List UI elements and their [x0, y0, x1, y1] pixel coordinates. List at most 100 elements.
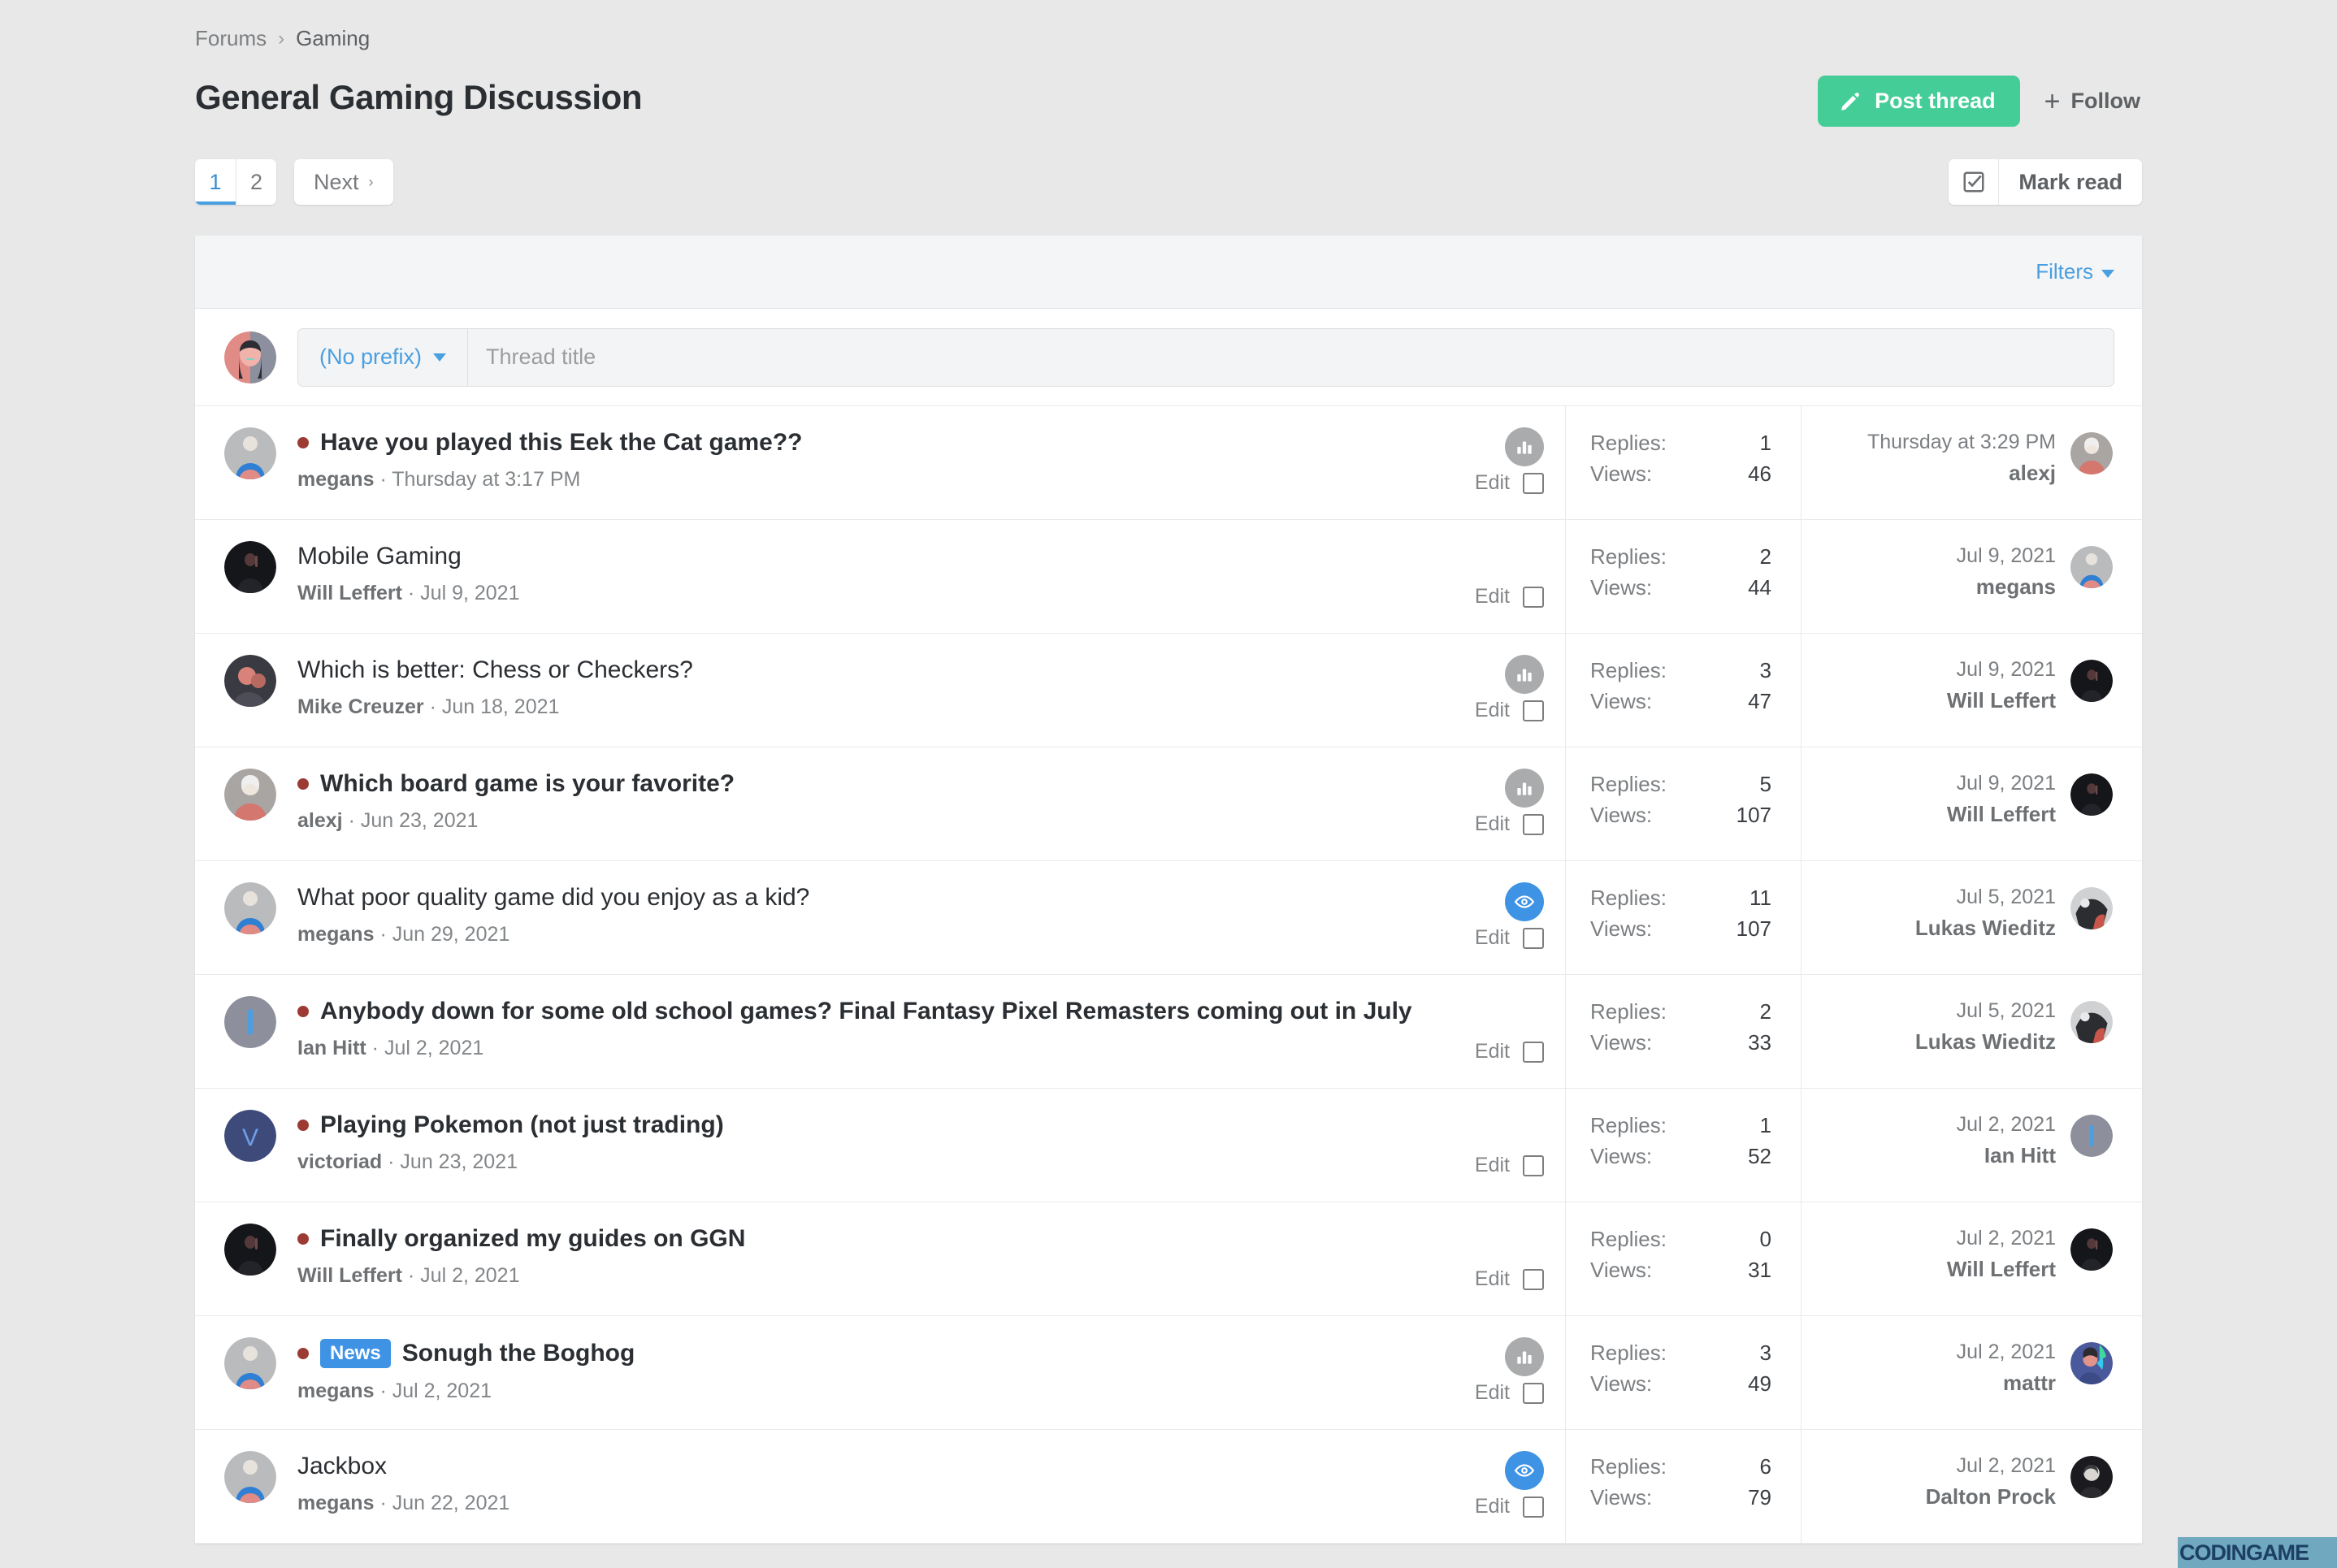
breadcrumb-root-link[interactable]: Forums [195, 26, 267, 51]
last-post-user-link[interactable]: alexj [1867, 461, 2056, 486]
follow-button[interactable]: + Follow [2044, 88, 2140, 115]
thread-author-link[interactable]: victoriad [297, 1150, 382, 1173]
thread-author-link[interactable]: megans [297, 923, 374, 946]
poll-icon[interactable] [1505, 769, 1544, 808]
last-post-date[interactable]: Jul 5, 2021 [1915, 886, 2056, 909]
thread-title-link[interactable]: Finally organized my guides on GGN [320, 1225, 745, 1253]
post-thread-button[interactable]: Post thread [1818, 76, 2020, 127]
avatar[interactable] [2070, 660, 2113, 702]
last-post-user-link[interactable]: Dalton Prock [1926, 1484, 2056, 1510]
last-post-date[interactable]: Jul 5, 2021 [1915, 999, 2056, 1023]
avatar[interactable] [2070, 1342, 2113, 1384]
thread-title-link[interactable]: What poor quality game did you enjoy as … [297, 884, 809, 912]
avatar[interactable] [224, 1451, 276, 1503]
edit-thread-link[interactable]: Edit [1475, 699, 1510, 722]
last-post-user-link[interactable]: Will Leffert [1947, 688, 2056, 713]
last-post-user-link[interactable]: Will Leffert [1947, 802, 2056, 827]
edit-thread-link[interactable]: Edit [1475, 471, 1510, 495]
thread-title-link[interactable]: Playing Pokemon (not just trading) [320, 1111, 724, 1139]
thread-select-checkbox[interactable] [1523, 927, 1544, 949]
avatar[interactable] [224, 331, 276, 383]
prefix-select[interactable]: (No prefix) [298, 328, 469, 386]
eye-icon[interactable] [1505, 1451, 1544, 1490]
thread-title-link[interactable]: Sonugh the Boghog [402, 1340, 635, 1367]
table-row[interactable]: Anybody down for some old school games? … [195, 975, 2142, 1089]
table-row[interactable]: V Playing Pokemon (not just trading) vic… [195, 1089, 2142, 1202]
thread-title-link[interactable]: Which board game is your favorite? [320, 770, 735, 798]
thread-select-checkbox[interactable] [1523, 1382, 1544, 1404]
poll-icon[interactable] [1505, 1337, 1544, 1376]
avatar[interactable] [224, 1337, 276, 1389]
last-post-date[interactable]: Jul 2, 2021 [1926, 1454, 2056, 1478]
thread-author-link[interactable]: Will Leffert [297, 1264, 402, 1287]
last-post-user-link[interactable]: Lukas Wieditz [1915, 1029, 2056, 1055]
thread-author-link[interactable]: megans [297, 1492, 374, 1514]
avatar[interactable] [2070, 432, 2113, 474]
avatar[interactable] [224, 541, 276, 593]
table-row[interactable]: Jackbox megans · Jun 22, 2021 Edit Repli… [195, 1430, 2142, 1544]
last-post-date[interactable]: Jul 9, 2021 [1947, 772, 2056, 795]
thread-select-checkbox[interactable] [1523, 1496, 1544, 1518]
table-row[interactable]: Which is better: Chess or Checkers? Mike… [195, 634, 2142, 747]
checkbox-check-icon[interactable] [1949, 159, 2000, 205]
thread-select-checkbox[interactable] [1523, 813, 1544, 835]
thread-author-link[interactable]: Mike Creuzer [297, 695, 424, 718]
thread-select-checkbox[interactable] [1523, 586, 1544, 608]
edit-thread-link[interactable]: Edit [1475, 1154, 1510, 1177]
table-row[interactable]: News Sonugh the Boghog megans · Jul 2, 2… [195, 1316, 2142, 1430]
last-post-user-link[interactable]: Lukas Wieditz [1915, 916, 2056, 941]
thread-title-link[interactable]: Mobile Gaming [297, 543, 462, 570]
last-post-user-link[interactable]: Ian Hitt [1957, 1143, 2056, 1168]
breadcrumb-current[interactable]: Gaming [296, 26, 370, 51]
page-button-2[interactable]: 2 [236, 159, 276, 205]
thread-select-checkbox[interactable] [1523, 1268, 1544, 1290]
edit-thread-link[interactable]: Edit [1475, 1381, 1510, 1405]
avatar[interactable] [224, 655, 276, 707]
thread-author-link[interactable]: alexj [297, 809, 343, 832]
thread-author-link[interactable]: megans [297, 1380, 374, 1402]
last-post-date[interactable]: Jul 2, 2021 [1957, 1341, 2056, 1364]
last-post-user-link[interactable]: Will Leffert [1947, 1257, 2056, 1282]
poll-icon[interactable] [1505, 655, 1544, 694]
poll-icon[interactable] [1505, 427, 1544, 466]
last-post-date[interactable]: Jul 9, 2021 [1947, 658, 2056, 682]
thread-title-link[interactable]: Anybody down for some old school games? … [320, 998, 1412, 1025]
avatar[interactable] [224, 427, 276, 479]
edit-thread-link[interactable]: Edit [1475, 1495, 1510, 1518]
last-post-date[interactable]: Thursday at 3:29 PM [1867, 431, 2056, 454]
thread-title-input[interactable] [468, 328, 2114, 386]
page-button-1[interactable]: 1 [195, 159, 236, 205]
avatar[interactable] [2070, 1228, 2113, 1271]
last-post-user-link[interactable]: megans [1957, 574, 2056, 600]
thread-title-link[interactable]: Which is better: Chess or Checkers? [297, 656, 693, 684]
thread-select-checkbox[interactable] [1523, 1154, 1544, 1176]
avatar[interactable] [2070, 887, 2113, 929]
avatar[interactable] [2070, 1456, 2113, 1498]
avatar[interactable]: V [224, 1110, 276, 1162]
eye-icon[interactable] [1505, 882, 1544, 921]
last-post-user-link[interactable]: mattr [1957, 1371, 2056, 1396]
avatar[interactable] [2070, 773, 2113, 816]
edit-thread-link[interactable]: Edit [1475, 1040, 1510, 1063]
avatar[interactable] [2070, 1115, 2113, 1157]
mark-read-button[interactable]: Mark read [1999, 159, 2142, 205]
thread-author-link[interactable]: Ian Hitt [297, 1037, 366, 1059]
avatar[interactable] [224, 882, 276, 934]
thread-author-link[interactable]: Will Leffert [297, 582, 402, 604]
last-post-date[interactable]: Jul 2, 2021 [1947, 1227, 2056, 1250]
avatar[interactable] [224, 1224, 276, 1276]
avatar[interactable] [2070, 546, 2113, 588]
thread-select-checkbox[interactable] [1523, 1041, 1544, 1063]
last-post-date[interactable]: Jul 9, 2021 [1957, 544, 2056, 568]
table-row[interactable]: Finally organized my guides on GGN Will … [195, 1202, 2142, 1316]
filters-dropdown[interactable]: Filters [2036, 259, 2114, 284]
table-row[interactable]: Which board game is your favorite? alexj… [195, 747, 2142, 861]
edit-thread-link[interactable]: Edit [1475, 585, 1510, 609]
thread-title-link[interactable]: Have you played this Eek the Cat game?? [320, 429, 803, 457]
thread-select-checkbox[interactable] [1523, 472, 1544, 494]
edit-thread-link[interactable]: Edit [1475, 926, 1510, 950]
last-post-date[interactable]: Jul 2, 2021 [1957, 1113, 2056, 1137]
avatar[interactable] [2070, 1001, 2113, 1043]
avatar[interactable] [224, 996, 276, 1048]
table-row[interactable]: What poor quality game did you enjoy as … [195, 861, 2142, 975]
